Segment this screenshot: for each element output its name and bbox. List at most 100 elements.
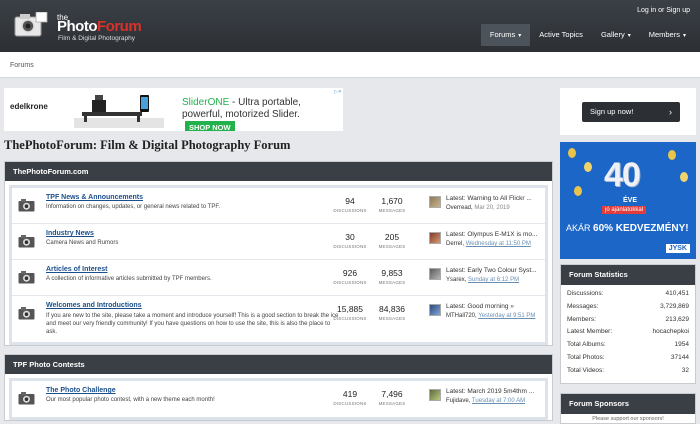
latest-post-meta: Derrel, Wednesday at 11:50 PM bbox=[446, 241, 531, 247]
avatar[interactable] bbox=[429, 196, 441, 208]
site-logo[interactable]: the PhotoForum Film & Digital Photograph… bbox=[12, 6, 162, 46]
discussions-count: 94 DISCUSSIONS bbox=[333, 196, 367, 213]
forum-list: The Photo Challenge Our most popular pho… bbox=[9, 378, 548, 420]
latest-post-meta: Overread, Mar 20, 2019 bbox=[446, 205, 510, 211]
stats-list: Discussions: 410,451 Messages: 3,729,869 M… bbox=[561, 285, 695, 380]
forum-title-link[interactable]: The Photo Challenge bbox=[46, 387, 116, 394]
sponsors-text: Please support our sponsors! bbox=[592, 416, 664, 422]
ad-choices-icon[interactable]: ▷✕ bbox=[334, 89, 342, 95]
banner-ad[interactable]: edelkrone SliderONE - Ultra portable, po… bbox=[4, 88, 343, 131]
latest-post-link[interactable]: Latest: Olympus E-M1X is mo... bbox=[446, 231, 550, 238]
forum-statistics-panel: Forum Statistics Discussions: 410,451 Mes… bbox=[560, 264, 696, 384]
forum-row: Articles of Interest A collection of inf… bbox=[12, 260, 545, 296]
forum-description: Information on changes, updates, or gene… bbox=[46, 204, 220, 210]
forum-row: Welcomes and Introductions If you are ne… bbox=[12, 296, 545, 342]
section-title[interactable]: TPF Photo Contests bbox=[5, 355, 552, 374]
ad-brand: edelkrone bbox=[10, 102, 48, 111]
messages-count: 7,496 MESSAGES bbox=[378, 389, 406, 406]
logo-tagline: Film & Digital Photography bbox=[58, 35, 135, 42]
chevron-down-icon: ▾ bbox=[627, 33, 631, 39]
latest-user[interactable]: Derrel bbox=[446, 241, 462, 247]
discussions-count: 15,885 DISCUSSIONS bbox=[333, 304, 367, 321]
latest-user[interactable]: Ysarex bbox=[446, 277, 465, 283]
camera-logo-icon bbox=[14, 12, 48, 37]
logo-main-text: PhotoForum bbox=[57, 18, 142, 35]
latest-post-meta: Fujidave, Tuesday at 7:00 AM bbox=[446, 398, 526, 404]
forum-title-link[interactable]: TPF News & Announcements bbox=[46, 194, 143, 201]
signup-panel: Sign up now! › bbox=[560, 88, 696, 135]
forum-title-link[interactable]: Articles of Interest bbox=[46, 266, 107, 273]
messages-count: 1,670 MESSAGES bbox=[378, 196, 406, 213]
forum-section: ThePhotoForum.com TPF News & Announcemen… bbox=[4, 161, 553, 346]
latest-user[interactable]: MTHall720 bbox=[446, 313, 475, 319]
slider-product-image bbox=[74, 95, 164, 128]
ad-copy: SliderONE - Ultra portable, powerful, mo… bbox=[182, 97, 342, 131]
breadcrumb[interactable]: Forums bbox=[10, 62, 34, 69]
latest-post-meta: Ysarex, Sunday at 6:12 PM bbox=[446, 277, 520, 283]
latest-post-link[interactable]: Latest: Good morning » bbox=[446, 303, 550, 310]
forum-title-link[interactable]: Industry News bbox=[46, 230, 94, 237]
page-title: ThePhotoForum: Film & Digital Photograph… bbox=[4, 138, 291, 152]
stat-members: Members: 213,629 bbox=[567, 315, 689, 323]
latest-post-link[interactable]: Latest: March 2019 5m4thm ... bbox=[446, 388, 550, 395]
sidebar-ad[interactable]: 40 ÉVE jó ajánlatokkal AKÁR 60% KEDVEZMÉ… bbox=[560, 142, 696, 259]
latest-user[interactable]: Overread bbox=[446, 205, 471, 211]
ad-eve-text: ÉVE bbox=[623, 197, 638, 204]
latest-post-link[interactable]: Latest: Warning to All Flickr ... bbox=[446, 195, 550, 202]
latest-member-link[interactable]: hocachepkoi bbox=[653, 328, 690, 335]
shop-now-button[interactable]: SHOP NOW bbox=[185, 121, 235, 131]
nav-active-topics[interactable]: Active Topics bbox=[530, 24, 592, 46]
latest-date[interactable]: Mar 20, 2019 bbox=[474, 205, 509, 211]
latest-date[interactable]: Wednesday at 11:50 PM bbox=[466, 241, 531, 247]
chevron-right-icon: › bbox=[669, 107, 672, 117]
avatar[interactable] bbox=[429, 389, 441, 401]
signup-button[interactable]: Sign up now! › bbox=[582, 102, 680, 122]
double-chevron-icon: » bbox=[510, 303, 514, 310]
forum-description: Camera News and Rumors bbox=[46, 240, 119, 246]
breadcrumb-bar: Forums bbox=[0, 52, 700, 78]
panel-title: Forum Statistics bbox=[561, 265, 695, 285]
latest-user[interactable]: Fujidave bbox=[446, 398, 469, 404]
ad-anniversary-number: 40 bbox=[604, 156, 641, 194]
stat-total-albums: Total Albums: 1954 bbox=[567, 341, 689, 349]
panel-title: Forum Sponsors bbox=[561, 394, 695, 414]
login-link[interactable]: Log in or Sign up bbox=[637, 7, 690, 14]
site-header: the PhotoForum Film & Digital Photograph… bbox=[0, 0, 700, 52]
camera-icon bbox=[18, 199, 35, 212]
stat-total-videos: Total Videos: 32 bbox=[567, 366, 689, 374]
chevron-down-icon: ▾ bbox=[682, 33, 686, 39]
messages-count: 84,836 MESSAGES bbox=[378, 304, 406, 321]
stat-total-photos: Total Photos: 37144 bbox=[567, 353, 689, 361]
camera-icon bbox=[18, 392, 35, 405]
stat-discussions: Discussions: 410,451 bbox=[567, 290, 689, 297]
camera-icon bbox=[18, 271, 35, 284]
avatar[interactable] bbox=[429, 304, 441, 316]
discussions-count: 419 DISCUSSIONS bbox=[333, 389, 367, 406]
forum-description: Our most popular photo contest, with a n… bbox=[46, 397, 215, 403]
messages-count: 9,853 MESSAGES bbox=[378, 268, 406, 285]
nav-forums[interactable]: Forums ▾ bbox=[480, 24, 531, 46]
avatar[interactable] bbox=[429, 268, 441, 280]
forum-description: A collection of informative articles sub… bbox=[46, 276, 212, 282]
forum-title-link[interactable]: Welcomes and Introductions bbox=[46, 302, 142, 309]
section-title[interactable]: ThePhotoForum.com bbox=[5, 162, 552, 181]
nav-gallery[interactable]: Gallery ▾ bbox=[592, 24, 640, 46]
forum-section: TPF Photo Contests The Photo Challenge O… bbox=[4, 354, 553, 421]
latest-date[interactable]: Tuesday at 7:00 AM bbox=[472, 398, 525, 404]
discussions-count: 926 DISCUSSIONS bbox=[333, 268, 367, 285]
ad-deal-text: AKÁR 60% KEDVEZMÉNY! bbox=[566, 223, 689, 234]
forum-row: TPF News & Announcements Information on … bbox=[12, 188, 545, 224]
nav-members[interactable]: Members ▾ bbox=[640, 24, 695, 46]
stat-messages: Messages: 3,729,869 bbox=[567, 302, 689, 310]
camera-icon bbox=[18, 307, 35, 320]
latest-post-link[interactable]: Latest: Early Two Colour Syst... bbox=[446, 267, 550, 274]
avatar[interactable] bbox=[429, 232, 441, 244]
jysk-logo: JYSK bbox=[665, 244, 690, 253]
latest-date[interactable]: Sunday at 6:12 PM bbox=[468, 277, 519, 283]
latest-post-meta: MTHall720, Yesterday at 9:51 PM bbox=[446, 313, 536, 319]
forum-row: Industry News Camera News and Rumors 30 D… bbox=[12, 224, 545, 260]
latest-date[interactable]: Yesterday at 9:51 PM bbox=[478, 313, 535, 319]
camera-icon bbox=[18, 235, 35, 248]
messages-count: 205 MESSAGES bbox=[378, 232, 406, 249]
main-nav: Forums ▾ Active Topics Gallery ▾ Members ▾ bbox=[480, 24, 695, 46]
